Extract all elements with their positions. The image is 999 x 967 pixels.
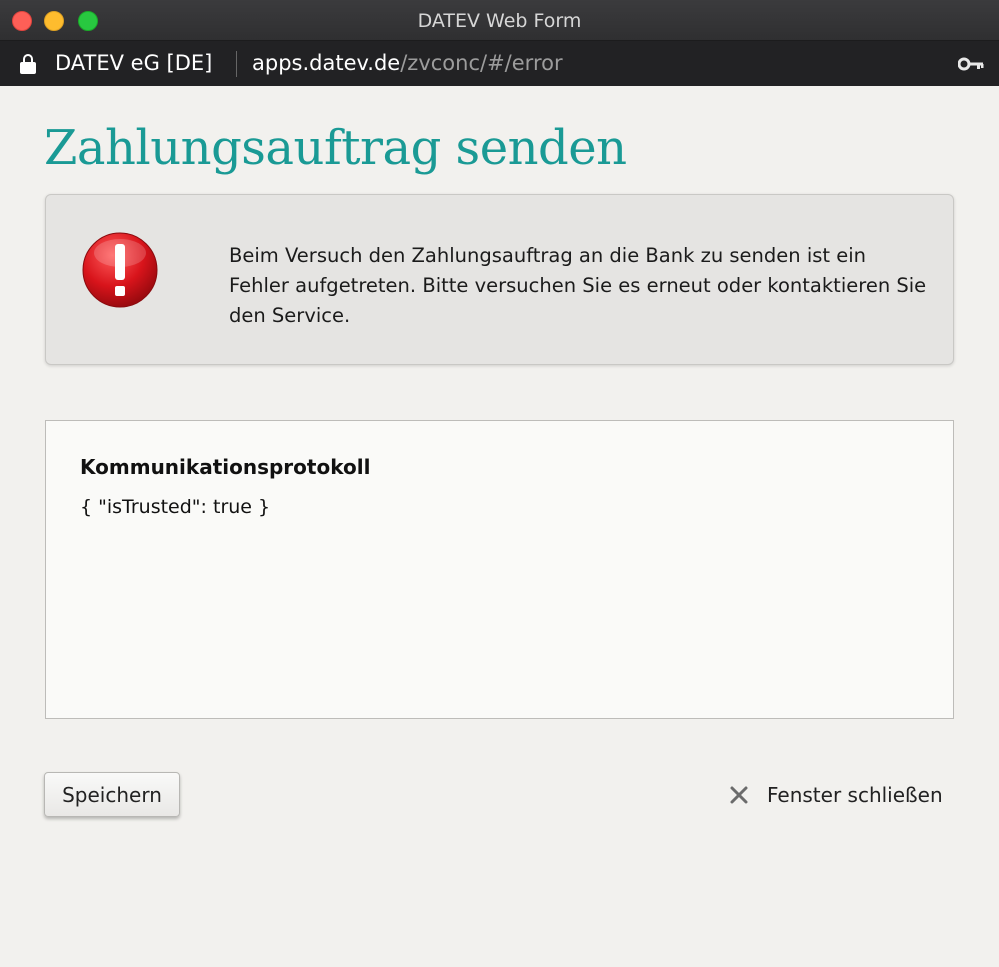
protocol-title: Kommunikationsprotokoll bbox=[80, 455, 371, 479]
protocol-content: { "isTrusted": true } bbox=[80, 496, 271, 518]
certificate-owner[interactable]: DATEV eG [DE] bbox=[55, 51, 212, 75]
error-exclamation-icon bbox=[82, 232, 158, 308]
protocol-panel: Kommunikationsprotokoll { "isTrusted": t… bbox=[45, 420, 954, 719]
url-path: /zvconc/#/error bbox=[400, 51, 563, 75]
url-host: apps.datev.de bbox=[252, 51, 401, 75]
close-window-label: Fenster schließen bbox=[767, 783, 943, 807]
url-field[interactable]: apps.datev.de/zvconc/#/error bbox=[252, 51, 563, 75]
close-icon bbox=[730, 786, 748, 804]
save-button[interactable]: Speichern bbox=[44, 772, 180, 817]
page-title: Zahlungsauftrag senden bbox=[44, 120, 627, 176]
address-bar: DATEV eG [DE] apps.datev.de/zvconc/#/err… bbox=[0, 41, 999, 86]
key-icon[interactable] bbox=[958, 54, 984, 74]
close-window-button[interactable]: Fenster schließen bbox=[728, 780, 943, 810]
error-panel: Beim Versuch den Zahlungsauftrag an die … bbox=[45, 194, 954, 365]
error-message: Beim Versuch den Zahlungsauftrag an die … bbox=[229, 244, 927, 327]
address-separator bbox=[236, 51, 237, 77]
window-title: DATEV Web Form bbox=[417, 10, 582, 32]
window-titlebar: DATEV Web Form bbox=[0, 0, 999, 41]
lock-icon bbox=[20, 54, 36, 74]
